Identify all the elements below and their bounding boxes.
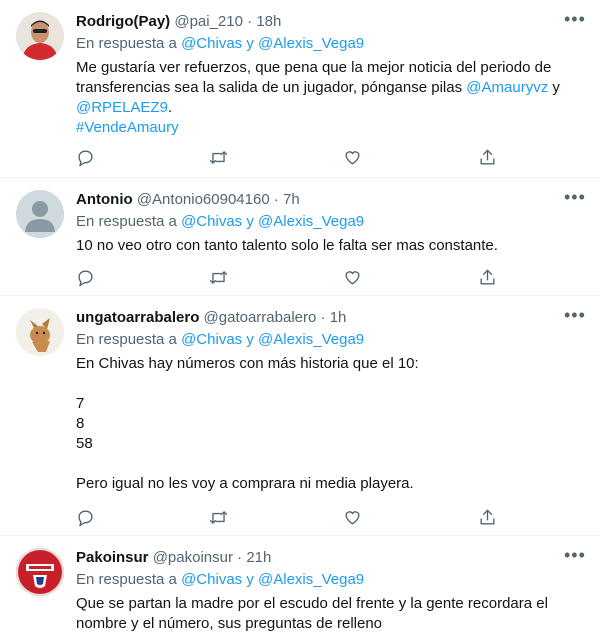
avatar[interactable] [16, 308, 64, 356]
tweet-text: 10 no veo otro con tanto talento solo le… [76, 236, 584, 256]
reply-mention[interactable]: @Alexis_Vega9 [258, 331, 364, 348]
text-line: 7 [76, 395, 85, 412]
reply-prefix: En respuesta a [76, 35, 177, 52]
tweet[interactable]: Rodrigo(Pay) @pai_210 · 18h En respuesta… [0, 0, 600, 178]
text-line: Que se partan la madre por el escudo del… [76, 595, 548, 612]
reply-join: y [246, 571, 254, 588]
mention-link[interactable]: @RPELAEZ9 [76, 99, 168, 116]
text-line: #VendeAmaury [76, 118, 584, 138]
more-horizontal-icon[interactable]: ••• [564, 10, 585, 32]
tweet[interactable]: Pakoinsur @pakoinsur · 21h En respuesta … [0, 536, 600, 643]
author-name[interactable]: Antonio [76, 191, 133, 208]
reply-join: y [246, 331, 254, 348]
tweet-actions [76, 148, 506, 168]
share-icon[interactable] [478, 148, 498, 168]
text-line: En Chivas hay números con más historia q… [76, 355, 419, 372]
text-line: transferencias sea la salida de un jugad… [76, 78, 584, 98]
author-handle[interactable]: @pakoinsur [153, 549, 233, 566]
mention-link[interactable]: @Amauryvz [466, 79, 548, 96]
text-line: nombre y el número, sus preguntas de rel… [76, 615, 383, 632]
retweet-icon[interactable] [209, 268, 229, 288]
reply-icon[interactable] [76, 148, 96, 168]
like-icon[interactable] [343, 148, 363, 168]
like-icon[interactable] [343, 268, 363, 288]
reply-context: En respuesta a @Chivas y @Alexis_Vega9 [76, 330, 584, 350]
reply-context: En respuesta a @Chivas y @Alexis_Vega9 [76, 570, 584, 590]
tweet-actions [76, 508, 506, 528]
timestamp[interactable]: 18h [256, 13, 281, 30]
share-icon[interactable] [478, 508, 498, 528]
reply-icon[interactable] [76, 268, 96, 288]
avatar[interactable] [16, 190, 64, 238]
reply-prefix: En respuesta a [76, 571, 177, 588]
like-icon[interactable] [343, 508, 363, 528]
tweet-text: Que se partan la madre por el escudo del… [76, 594, 584, 634]
hashtag-link[interactable]: #VendeAmaury [76, 119, 179, 136]
text-line: Pero igual no les voy a comprara ni medi… [76, 475, 414, 492]
author-name[interactable]: Rodrigo(Pay) [76, 13, 170, 30]
tweet-text: Me gustaría ver refuerzos, que pena que … [76, 58, 584, 138]
reply-mention[interactable]: @Alexis_Vega9 [258, 35, 364, 52]
tweet-actions [76, 268, 506, 288]
reply-mention[interactable]: @Alexis_Vega9 [258, 571, 364, 588]
avatar[interactable] [16, 12, 64, 60]
reply-mention[interactable]: @Chivas [181, 331, 242, 348]
avatar[interactable] [16, 548, 64, 596]
tweet-text: En Chivas hay números con más historia q… [76, 354, 584, 494]
text-line: 58 [76, 435, 93, 452]
text-fragment: y [552, 79, 560, 96]
text-fragment: transferencias sea la salida de un jugad… [76, 79, 463, 96]
author-name[interactable]: ungatoarrabalero [76, 309, 199, 326]
author-handle[interactable]: @Antonio60904160 [137, 191, 270, 208]
share-icon[interactable] [478, 268, 498, 288]
reply-mention[interactable]: @Alexis_Vega9 [258, 213, 364, 230]
reply-mention[interactable]: @Chivas [181, 35, 242, 52]
text-line: @RPELAEZ9. [76, 98, 584, 118]
timestamp[interactable]: 21h [246, 549, 271, 566]
separator: · [237, 549, 243, 566]
reply-join: y [246, 35, 254, 52]
text-line: 10 no veo otro con tanto talento solo le… [76, 237, 498, 254]
reply-join: y [246, 213, 254, 230]
separator: · [273, 191, 279, 208]
text-fragment: . [167, 99, 173, 116]
text-line: Me gustaría ver refuerzos, que pena que … [76, 59, 552, 76]
reply-icon[interactable] [76, 508, 96, 528]
text-line: 8 [76, 415, 85, 432]
retweet-icon[interactable] [209, 508, 229, 528]
more-horizontal-icon[interactable]: ••• [564, 188, 585, 210]
reply-prefix: En respuesta a [76, 213, 177, 230]
separator: · [320, 309, 326, 326]
author-handle[interactable]: @gatoarrabalero [204, 309, 317, 326]
timestamp[interactable]: 1h [330, 309, 347, 326]
timestamp[interactable]: 7h [283, 191, 300, 208]
reply-context: En respuesta a @Chivas y @Alexis_Vega9 [76, 34, 584, 54]
author-name[interactable]: Pakoinsur [76, 549, 149, 566]
reply-mention[interactable]: @Chivas [181, 571, 242, 588]
tweet[interactable]: Antonio @Antonio60904160 · 7h En respues… [0, 178, 600, 296]
more-horizontal-icon[interactable]: ••• [564, 306, 585, 328]
reply-mention[interactable]: @Chivas [181, 213, 242, 230]
separator: · [247, 13, 253, 30]
reply-prefix: En respuesta a [76, 331, 177, 348]
retweet-icon[interactable] [209, 148, 229, 168]
reply-context: En respuesta a @Chivas y @Alexis_Vega9 [76, 212, 584, 232]
more-horizontal-icon[interactable]: ••• [564, 546, 585, 568]
tweet[interactable]: ungatoarrabalero @gatoarrabalero · 1h En… [0, 296, 600, 536]
author-handle[interactable]: @pai_210 [174, 13, 243, 30]
